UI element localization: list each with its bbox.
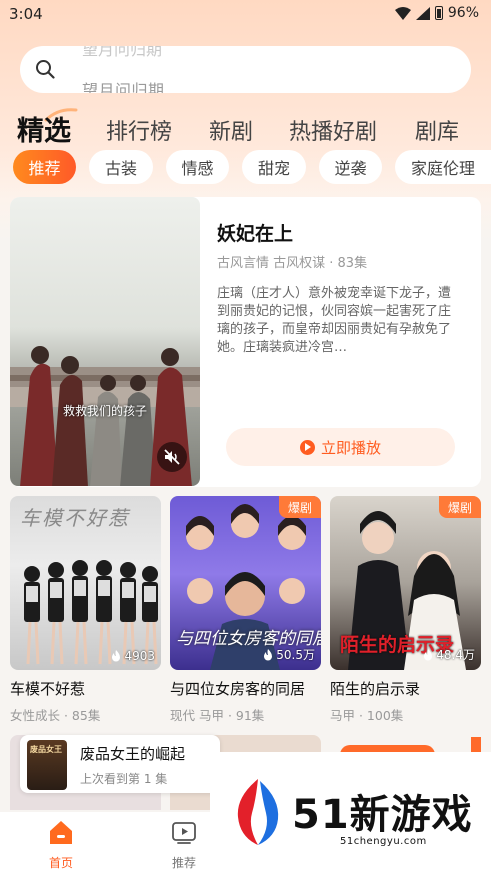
drama-meta: 女性成长 · 85集 [10,708,101,723]
drama-card[interactable]: 车模不好惹 4903 车模不好惹 女性成长 · 85集 [10,496,161,724]
tab-home-label: 首页 [48,856,73,870]
featured-meta: 古风言情 古风权谋 · 83集 [217,256,368,271]
mute-icon [164,449,180,465]
tab-ranking[interactable]: 排行榜 [106,114,172,146]
poster-title-art: 车模不好惹 [20,506,130,530]
fire-icon [112,650,121,662]
chip-emotion[interactable]: 情感 [166,150,229,184]
search-placeholder-previous: 望月问归期 [82,46,163,59]
tab-home[interactable]: 首页 [31,818,91,871]
search-icon [36,60,55,79]
featured-title[interactable]: 妖妃在上 [217,219,293,246]
fire-icon [264,648,273,660]
play-now-label: 立即播放 [320,438,381,457]
play-now-button[interactable]: 立即播放 [226,428,455,466]
drama-title[interactable]: 陌生的启示录 [330,678,481,699]
status-time: 3:04 [9,5,43,23]
signal-icon [415,6,430,20]
battery-percent: 96% [447,5,479,21]
drama-title[interactable]: 与四位女房客的同居 [170,678,321,699]
hot-badge: 爆剧 [438,496,481,518]
heat-count: 48.4万 [423,646,475,663]
chip-sweet[interactable]: 甜宠 [242,150,306,184]
drama-poster[interactable]: 与四位女房客的同居 爆剧 50.5万 [170,496,321,670]
play-icon [299,439,315,455]
continue-subtitle: 上次看到第 1 集 [80,772,168,786]
tab-hot[interactable]: 热播好剧 [289,114,377,146]
featured-card[interactable]: 救救我们的孩子 妖妃在上 古风言情 古风权谋 · 83集 庄璃（庄才人）意外被宠… [10,197,481,487]
drama-poster[interactable]: 车模不好惹 4903 [10,496,161,670]
drama-title[interactable]: 车模不好惹 [10,678,161,699]
watermark-brand: 51新游戏 [292,792,473,838]
continue-watching-bar[interactable]: 废品女王 废品女王的崛起 上次看到第 1 集 [20,735,220,793]
chip-recommend[interactable]: 推荐 [13,150,76,184]
home-icon [50,821,72,844]
heat-count: 50.5万 [263,646,315,663]
category-chips: 推荐 古装 情感 甜宠 逆袭 家庭伦理 [0,150,491,186]
continue-thumbnail: 废品女王 [27,740,67,790]
chip-costume[interactable]: 古装 [89,150,153,184]
video-icon [172,822,196,844]
drama-meta: 马甲 · 100集 [330,708,404,723]
featured-video[interactable]: 救救我们的孩子 [10,197,200,486]
featured-description: 庄璃（庄才人）意外被宠幸诞下龙子，遭到丽贵妃的记恨，伙同容嫔一起害死了庄璃的孩子… [217,286,452,355]
heat-value: 48.4万 [436,648,475,662]
battery-icon [434,6,443,20]
heat-value: 50.5万 [276,648,315,662]
mute-button[interactable] [157,442,187,472]
status-bar: 3:04 96% [0,0,491,28]
drama-poster[interactable]: 陌生的启示录 爆剧 48.4万 [330,496,481,670]
search-placeholder: 望月问归期 [82,81,165,93]
continue-title: 废品女王的崛起 [80,745,186,763]
heat-value: 4903 [124,649,155,663]
watermark-logo-icon [237,779,279,845]
watermark-domain: 51chengyu.com [340,836,427,847]
continue-thumb-text: 废品女王 [30,745,62,754]
chip-comeback[interactable]: 逆袭 [319,150,382,184]
fire-icon [424,648,433,660]
drama-card[interactable]: 与四位女房客的同居 爆剧 50.5万 与四位女房客的同居 现代 马甲 · 91集 [170,496,321,724]
tab-new[interactable]: 新剧 [209,114,253,146]
tab-library[interactable]: 剧库 [415,114,459,146]
tab-recommend[interactable]: 推荐 [154,818,214,871]
status-icons: 96% [394,5,479,21]
main-nav: 精选 排行榜 新剧 热播好剧 剧库 [0,104,491,148]
drama-meta: 现代 马甲 · 91集 [170,708,265,723]
chip-family[interactable]: 家庭伦理 [395,150,491,184]
video-subtitle: 救救我们的孩子 [62,404,147,418]
search-input[interactable]: 望月问归期 望月问归期 [20,46,471,93]
tab-featured[interactable]: 精选 [17,109,71,148]
hot-badge: 爆剧 [278,496,321,518]
heat-count: 4903 [111,649,155,663]
tab-recommend-label: 推荐 [171,856,196,870]
watermark: 51新游戏 51chengyu.com [210,752,491,847]
wifi-icon [394,6,411,20]
drama-card[interactable]: 陌生的启示录 爆剧 48.4万 陌生的启示录 马甲 · 100集 [330,496,481,724]
